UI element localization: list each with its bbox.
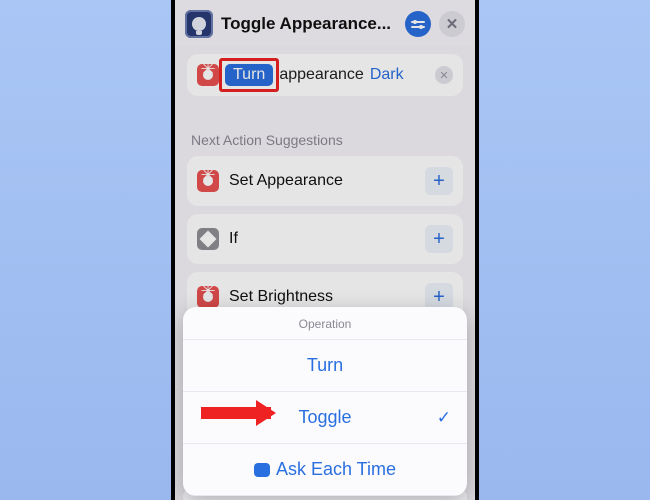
checkmark-icon: ✓: [437, 408, 451, 428]
phone-frame: Toggle Appearance... ✕ Turn appearance D…: [175, 0, 475, 500]
operation-sheet: Operation Turn Toggle ✓ Ask Each Time: [183, 307, 467, 496]
option-ask-each-time[interactable]: Ask Each Time: [183, 444, 467, 496]
arrow-annotation: [201, 407, 271, 419]
option-turn[interactable]: Turn: [183, 340, 467, 392]
option-label: Toggle: [298, 407, 351, 427]
option-label: Turn: [307, 355, 343, 375]
sheet-title: Operation: [183, 307, 467, 340]
message-icon: [254, 463, 270, 477]
option-label: Ask Each Time: [276, 459, 396, 479]
